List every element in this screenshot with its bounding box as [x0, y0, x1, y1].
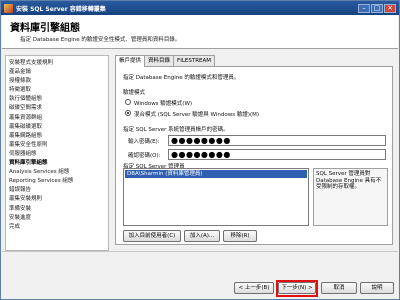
installer-window: 安裝 SQL Server 容錯移轉叢集 – □ × 資料庫引擎組態 指定 Da…: [0, 0, 400, 300]
page-title: 資料庫引擎組態: [10, 23, 80, 34]
admins-help-text: SQL Server 管理員對 Database Engine 具有不受限制的存…: [313, 168, 388, 226]
enter-password-field[interactable]: ●●●●●●●●: [168, 135, 386, 146]
cancel-button[interactable]: 取消: [321, 282, 357, 294]
intro-text: 指定 Database Engine 的驗證模式和管理員。: [123, 75, 240, 81]
auth-mode-label: 驗證模式: [123, 90, 146, 96]
remove-button[interactable]: 移除(R): [223, 230, 257, 242]
sidebar-item[interactable]: 錯誤報告: [9, 186, 105, 195]
back-button[interactable]: < 上一步(B): [234, 282, 274, 294]
sidebar-item[interactable]: 產品金鑰: [9, 68, 105, 77]
sidebar-item[interactable]: Reporting Services 組態: [9, 177, 105, 186]
tab-panel: 指定 Database Engine 的驗證模式和管理員。 驗證模式 Windo…: [115, 66, 393, 245]
page-subtitle: 指定 Database Engine 的驗證安全性模式、管理員和資料目錄。: [20, 37, 181, 43]
sidebar-item[interactable]: 安裝進度: [9, 214, 105, 223]
admins-list[interactable]: DBA\Sharmin (資料庫管理員): [123, 168, 309, 226]
sidebar-item[interactable]: 叢集安裝規則: [9, 195, 105, 204]
windows-auth-radio[interactable]: [125, 99, 131, 105]
sa-password-label: 指定 SQL Server 系統管理員帳戶的密碼。: [123, 127, 229, 133]
sidebar-item[interactable]: 準備安裝: [9, 205, 105, 214]
sidebar-item[interactable]: 叢集磁碟選取: [9, 123, 105, 132]
mixed-auth-radio[interactable]: [125, 110, 131, 116]
mixed-auth-label[interactable]: 混合模式 (SQL Server 驗證與 Windows 驗證)(M): [134, 110, 259, 118]
enter-password-label: 輸入密碼(E):: [128, 139, 160, 145]
windows-auth-label[interactable]: Windows 驗證模式(W): [134, 99, 192, 107]
add-current-user-button[interactable]: 加入目前使用者(C): [123, 230, 181, 242]
sql-setup-icon: [4, 3, 13, 13]
sidebar-item[interactable]: 叢集網路組態: [9, 132, 105, 141]
list-item[interactable]: DBA\Sharmin (資料庫管理員): [125, 170, 307, 178]
title-bar: 安裝 SQL Server 容錯移轉叢集 – □ ×: [1, 1, 399, 15]
footer-divider: [2, 251, 398, 252]
add-button[interactable]: 加入(A)...: [184, 230, 220, 242]
sidebar-item[interactable]: 特徵選取: [9, 86, 105, 95]
close-icon[interactable]: ×: [384, 3, 396, 13]
sidebar-item[interactable]: Analysis Services 組態: [9, 168, 105, 177]
minimize-icon[interactable]: –: [358, 3, 370, 13]
page-header: 資料庫引擎組態 指定 Database Engine 的驗證安全性模式、管理員和…: [2, 15, 398, 49]
steps-sidebar: 安裝程式支援規則 產品金鑰 授權條款 特徵選取 執行個體組態 磁碟空間需求 叢集…: [5, 55, 109, 251]
tab-strip: 帳戶提供 資料目錄 FILESTREAM: [115, 55, 216, 67]
tab-filestream[interactable]: FILESTREAM: [173, 55, 216, 66]
sidebar-item[interactable]: 授權條款: [9, 77, 105, 86]
sidebar-item[interactable]: 叢集資源群組: [9, 114, 105, 123]
main-content: 帳戶提供 資料目錄 FILESTREAM 指定 Database Engine …: [115, 55, 397, 245]
sidebar-item[interactable]: 磁碟空間需求: [9, 104, 105, 113]
sidebar-item[interactable]: 安裝程式支援規則: [9, 59, 105, 68]
window-controls: – □ ×: [358, 3, 396, 13]
confirm-password-field[interactable]: ●●●●●●●●: [168, 149, 386, 160]
tab-account-provisioning[interactable]: 帳戶提供: [115, 55, 146, 67]
maximize-icon[interactable]: □: [371, 3, 383, 13]
confirm-password-label: 確認密碼(O):: [128, 153, 161, 159]
tab-data-directories[interactable]: 資料目錄: [144, 55, 175, 66]
sidebar-item[interactable]: 叢集安全性原則: [9, 141, 105, 150]
help-button[interactable]: 說明: [360, 282, 394, 294]
sidebar-item-active[interactable]: 資料庫引擎組態: [9, 159, 105, 168]
sidebar-item[interactable]: 執行個體組態: [9, 95, 105, 104]
sidebar-item[interactable]: 伺服器組態: [9, 150, 105, 159]
window-title: 安裝 SQL Server 容錯移轉叢集: [16, 5, 106, 13]
next-button-highlight: [276, 280, 318, 297]
sidebar-item[interactable]: 完成: [9, 223, 105, 232]
